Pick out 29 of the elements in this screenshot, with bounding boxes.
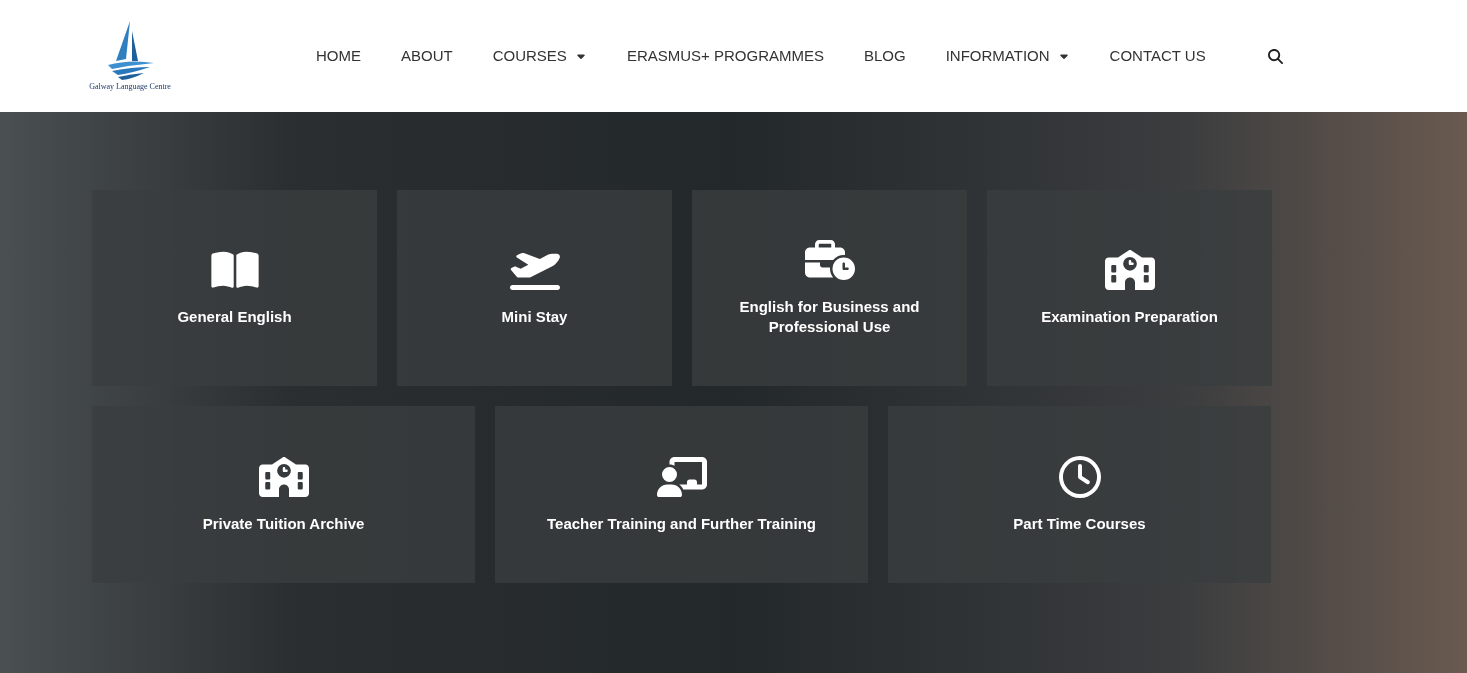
course-title: General English — [177, 307, 292, 327]
course-card[interactable]: Private Tuition Archive — [92, 406, 475, 583]
course-card[interactable]: Teacher Training and Further Training — [495, 406, 868, 583]
course-title: Examination Preparation — [1041, 307, 1218, 327]
open-book-icon — [209, 249, 260, 291]
nav-link[interactable]: BLOG — [864, 44, 906, 68]
nav-link[interactable]: HOME — [316, 44, 361, 68]
school-building-icon — [1104, 249, 1155, 291]
course-card[interactable]: English for Business and Professional Use — [692, 190, 967, 386]
course-card[interactable]: General English — [92, 190, 377, 386]
briefcase-clock-icon — [804, 239, 855, 281]
course-card[interactable]: Part Time Courses — [888, 406, 1271, 583]
logo[interactable]: Galway Language Centre — [82, 19, 178, 93]
nav-link[interactable]: CONTACT US — [1109, 44, 1206, 68]
course-card[interactable]: Mini Stay — [397, 190, 672, 386]
course-title: English for Business and Professional Use — [738, 297, 921, 337]
nav-link[interactable]: ABOUT — [401, 44, 453, 68]
nav-link[interactable]: INFORMATION — [945, 44, 1070, 68]
teacher-board-icon — [656, 455, 707, 498]
course-title: Part Time Courses — [1013, 513, 1146, 534]
nav-link[interactable]: ERASMUS+ PROGRAMMES — [626, 44, 824, 68]
nav-link[interactable]: COURSES — [492, 44, 587, 68]
logo-text: Galway Language Centre — [89, 81, 171, 93]
school-building-icon — [258, 455, 309, 498]
course-title: Mini Stay — [501, 307, 568, 327]
search-icon — [1267, 48, 1283, 64]
course-card[interactable]: Examination Preparation — [987, 190, 1272, 386]
course-title: Teacher Training and Further Training — [547, 513, 816, 534]
course-title: Private Tuition Archive — [202, 513, 365, 534]
